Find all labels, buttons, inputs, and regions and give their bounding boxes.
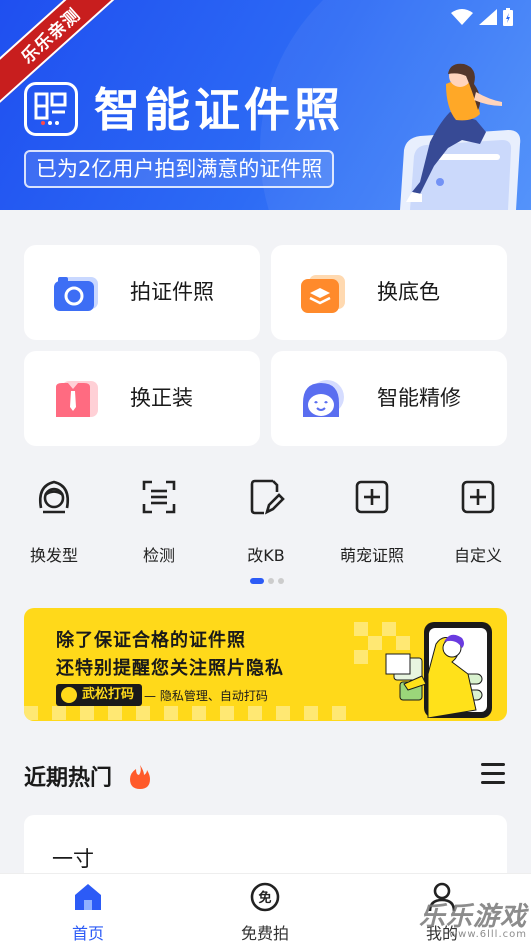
scan-icon: [142, 480, 176, 514]
carousel-dot[interactable]: [278, 578, 284, 584]
free-icon: 免: [250, 882, 280, 912]
carousel-dot-active[interactable]: [250, 578, 264, 584]
feature-label: 拍证件照: [130, 280, 214, 304]
menu-icon[interactable]: [481, 763, 505, 785]
section-title-text: 近期热门: [24, 766, 113, 791]
banner-description: — 隐私管理、自动打码: [144, 689, 268, 703]
svg-text:免: 免: [258, 890, 271, 906]
feature-card-smart-retouch[interactable]: 智能精修: [271, 351, 507, 446]
status-bar: [451, 8, 513, 26]
face-retouch-icon: [303, 380, 344, 417]
carousel-indicator[interactable]: [250, 578, 284, 584]
site-watermark: 乐乐游戏 www.6lll.com: [419, 896, 527, 940]
tool-label: 自定义: [453, 546, 502, 565]
app-logo: [24, 82, 78, 136]
hairstyle-icon: [39, 480, 69, 514]
tool-custom[interactable]: 自定义: [433, 478, 523, 566]
nav-home[interactable]: 首页: [48, 882, 128, 944]
tool-pet-photo[interactable]: 萌宠证照: [327, 478, 417, 566]
add-square-icon: [461, 480, 495, 514]
tool-check[interactable]: 检测: [114, 478, 204, 566]
banner-tag-label: 武松打码: [82, 687, 135, 702]
tool-label: 检测: [142, 546, 175, 565]
feature-card-change-background[interactable]: 换底色: [271, 245, 507, 340]
suit-icon: [56, 381, 98, 417]
home-icon: [75, 884, 101, 910]
phone-girl-illustration: [385, 622, 492, 718]
edit-file-icon: [250, 479, 285, 515]
banner-tag: 武松打码: [56, 684, 143, 706]
id-photo-logo-icon: [34, 92, 67, 125]
app-title: 智能证件照: [94, 83, 344, 137]
nav-free-shoot[interactable]: 免 免费拍: [225, 882, 305, 944]
wifi-icon: [451, 9, 473, 25]
fire-icon: [129, 765, 150, 789]
banner-headline-1: 除了保证合格的证件照: [56, 630, 246, 651]
watermark-brand: 乐乐游戏: [418, 902, 527, 932]
feature-label: 换正装: [130, 386, 193, 410]
tool-label: 改KB: [247, 546, 285, 565]
carousel-dot[interactable]: [268, 578, 274, 584]
hot-item-title: 一寸: [52, 847, 94, 871]
feature-label: 智能精修: [377, 386, 461, 410]
tool-label: 换发型: [29, 546, 78, 565]
banner-headline-2: 还特别提醒您关注照片隐私: [56, 658, 284, 679]
battery-icon: [503, 8, 513, 26]
tiger-icon: [61, 687, 77, 703]
privacy-promo-banner[interactable]: 除了保证合格的证件照 还特别提醒您关注照片隐私 武松打码 — 隐私管理、自动打码: [24, 608, 507, 721]
feature-card-formal-wear[interactable]: 换正装: [24, 351, 260, 446]
slogan: 已为2亿用户拍到满意的证件照: [24, 150, 335, 188]
nav-label: 免费拍: [240, 924, 289, 943]
feature-label: 换底色: [377, 280, 440, 304]
layers-icon: [301, 275, 345, 313]
camera-icon: [54, 277, 98, 311]
tool-label: 萌宠证照: [339, 546, 404, 565]
tool-change-kb[interactable]: 改KB: [221, 478, 311, 566]
nav-label: 首页: [71, 924, 104, 943]
add-square-icon: [355, 480, 389, 514]
signal-icon: [479, 9, 497, 25]
girl-sitting-illustration: [400, 63, 521, 210]
tool-change-hairstyle[interactable]: 换发型: [9, 478, 99, 566]
feature-card-id-photo[interactable]: 拍证件照: [24, 245, 260, 340]
section-title-hot: 近期热门: [24, 760, 150, 792]
